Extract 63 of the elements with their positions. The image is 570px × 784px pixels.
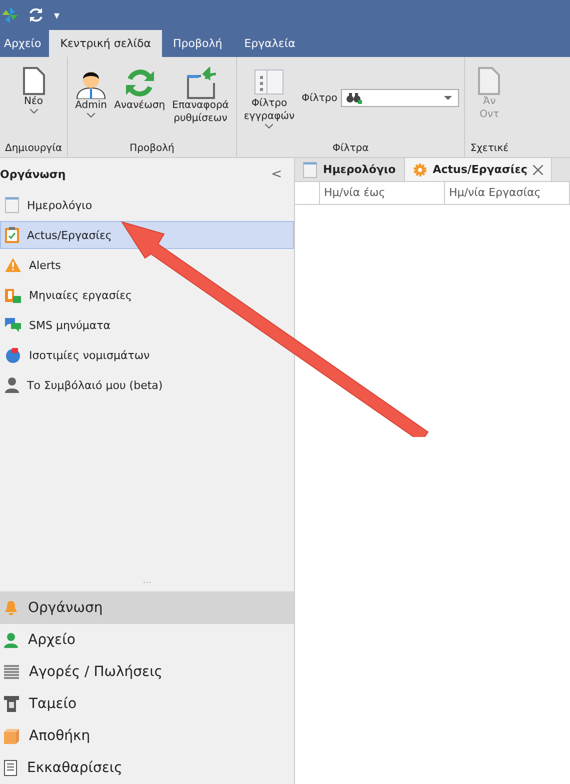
navigation-item[interactable]: Εκκαθαρίσεις [0,752,294,784]
sidebar-item[interactable]: SMS μηνύματα [0,311,294,339]
field-label: Φίλτρο [302,92,338,104]
caret-icon [87,113,96,118]
navigation-item[interactable]: Αποθήκη [0,720,294,752]
lines-icon [4,665,19,679]
ribbon-tab[interactable]: Κεντρική σελίδα [49,30,162,57]
sidebar-item[interactable]: Actus/Εργασίες [0,221,294,249]
document-tab[interactable]: Actus/Εργασίες [404,158,552,181]
person-icon [4,632,18,648]
globe-flag-icon [5,347,21,363]
ribbon-tab[interactable]: Προβολή [162,30,234,57]
group-caption: Σχετικέ [470,143,509,156]
app-logo-icon [2,7,18,23]
column-header[interactable]: Ημ/νία έως [320,182,445,204]
page-icon [478,67,500,95]
navigation-item[interactable]: Αγορές / Πωλήσεις [0,656,294,688]
person-icon [5,377,19,393]
column-header[interactable]: Ημ/νία Εργασίας [445,182,570,204]
ribbon-tab[interactable]: Εργαλεία [233,30,306,57]
navigation-item[interactable]: Ταμείο [0,688,294,720]
ribbon-button[interactable]: Φίλτρο εγγραφών [242,65,297,131]
sidebar-item[interactable]: Ημερολόγιο [0,191,294,219]
ribbon-button[interactable]: Νέο [16,65,51,116]
sidebar-item[interactable]: Ισοτιμίες νομισμάτων [0,341,294,369]
file-tab[interactable]: Αρχείο [2,30,50,57]
panel-title: Οργάνωση [0,168,66,180]
calendar-icon [5,197,19,213]
caret-icon [30,109,38,114]
group-caption: Δημιουργία [5,143,62,156]
caret-icon [265,124,274,129]
quick-access-dropdown[interactable]: ▾ [54,8,60,22]
clipboard-icon [5,287,21,303]
gear-icon [412,162,427,176]
cash-register-icon [4,696,19,712]
document-tab[interactable]: Ημερολόγιο [295,158,405,181]
collapse-button[interactable]: < [271,166,282,182]
navigation-item[interactable]: Οργάνωση [0,592,294,624]
ribbon-button[interactable]: Επαναφορά ρυθμίσεων [170,65,231,127]
document-icon [4,760,17,776]
group-caption: Προβολή [130,143,174,156]
close-icon[interactable] [533,164,544,174]
clipboard-check-icon [5,227,19,243]
box-icon [4,728,19,744]
filter-dropdown[interactable] [341,89,460,107]
group-caption: Φίλτρα [332,143,369,156]
ribbon-button[interactable]: Admin [73,65,110,120]
ribbon-button[interactable]: Ανανέωση [112,65,168,114]
sidebar-item[interactable]: Το Συμβόλαιό μου (beta) [0,371,294,399]
calendar-icon [303,162,317,178]
warning-icon [5,258,21,272]
refresh-icon [124,67,156,99]
navigation-item[interactable]: Αρχείο [0,624,294,656]
chat-icon [5,318,21,332]
binoculars-icon [346,92,362,104]
window-arrow-icon [184,67,217,99]
sidebar-item[interactable]: Alerts [0,251,294,279]
page-icon [22,67,45,95]
bell-icon [4,600,18,616]
refresh-icon[interactable] [28,7,44,23]
sidebar-item[interactable]: Μηνιαίες εργασίες [0,281,294,309]
list-panel-icon [254,67,284,97]
caret-icon [444,96,452,100]
